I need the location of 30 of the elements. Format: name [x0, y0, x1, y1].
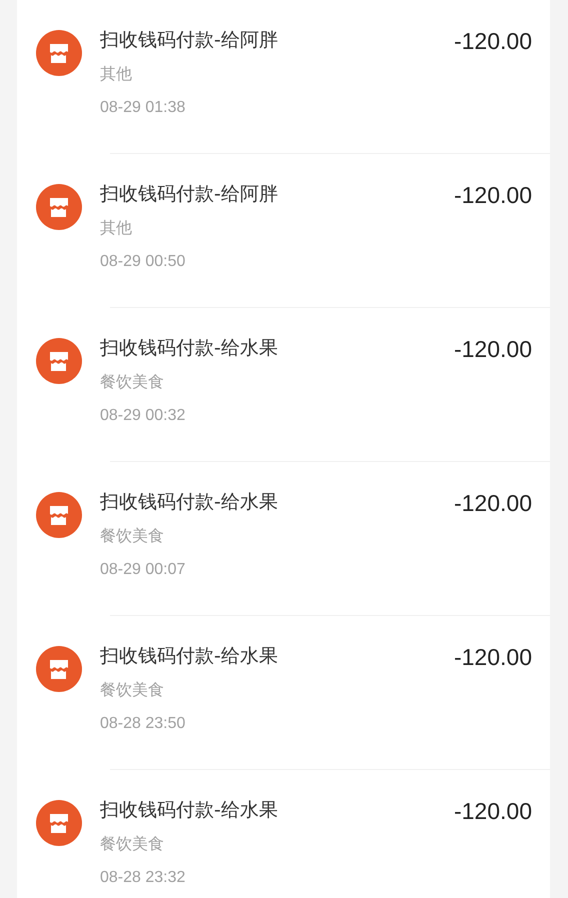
amount: -120.00 — [454, 643, 532, 672]
transaction-title: 扫收钱码付款-给阿胖 — [100, 28, 279, 53]
category-label: 其他 — [100, 217, 133, 239]
category-label: 其他 — [100, 63, 133, 85]
transaction-time: 08-28 23:50 — [100, 714, 186, 734]
shop-icon — [36, 492, 82, 538]
shop-icon — [36, 800, 82, 846]
shop-icon — [36, 30, 82, 76]
amount: -120.00 — [454, 335, 532, 364]
shop-icon — [36, 338, 82, 384]
category-label: 餐饮美食 — [100, 833, 165, 855]
shop-icon — [36, 184, 82, 230]
shop-icon — [36, 646, 82, 692]
transaction-time: 08-29 00:32 — [100, 406, 186, 426]
transaction-title: 扫收钱码付款-给阿胖 — [100, 182, 279, 207]
transaction-time: 08-29 01:38 — [100, 98, 186, 118]
transaction-time: 08-29 00:07 — [100, 560, 186, 580]
transaction-title: 扫收钱码付款-给水果 — [100, 336, 279, 361]
category-label: 餐饮美食 — [100, 679, 165, 701]
transaction-time: 08-29 00:50 — [100, 252, 186, 272]
amount: -120.00 — [454, 797, 532, 826]
amount: -120.00 — [454, 27, 532, 56]
category-label: 餐饮美食 — [100, 371, 165, 393]
category-label: 餐饮美食 — [100, 525, 165, 547]
transaction-title: 扫收钱码付款-给水果 — [100, 644, 279, 669]
transaction-time: 08-28 23:32 — [100, 868, 186, 888]
transaction-title: 扫收钱码付款-给水果 — [100, 798, 279, 823]
amount: -120.00 — [454, 181, 532, 210]
transaction-title: 扫收钱码付款-给水果 — [100, 490, 279, 515]
amount: -120.00 — [454, 489, 532, 518]
